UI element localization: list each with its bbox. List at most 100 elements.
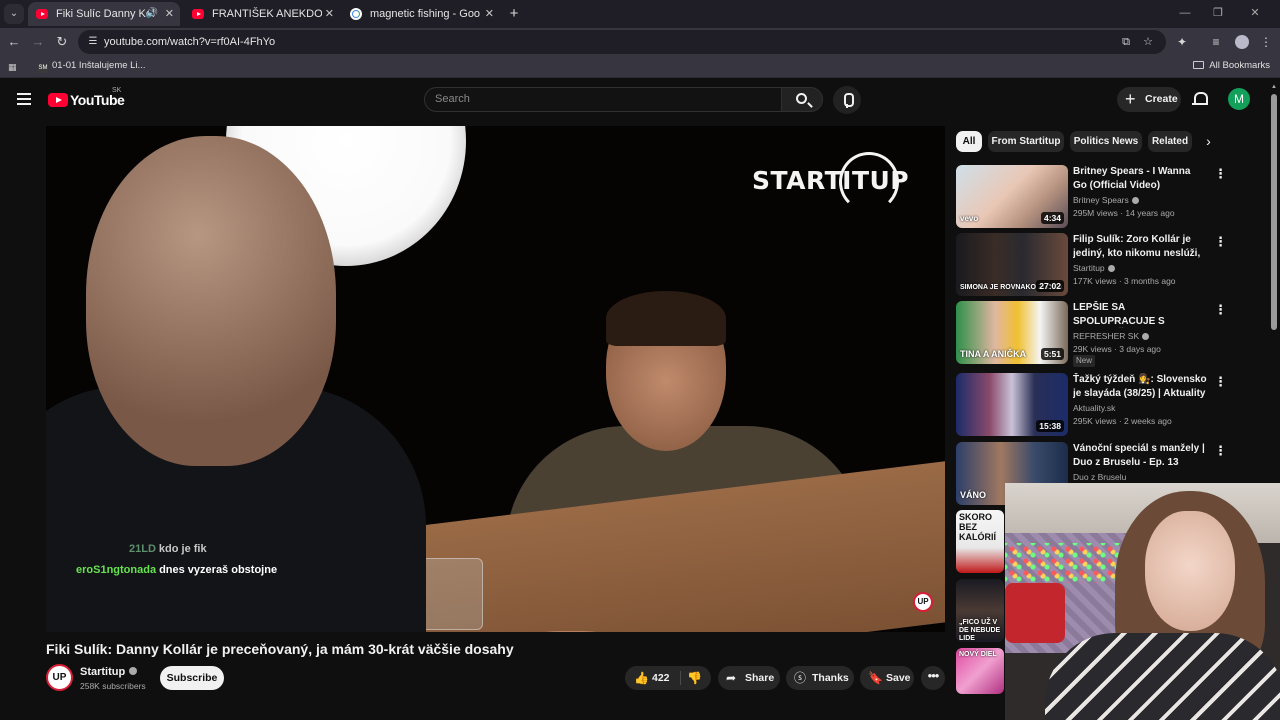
site-info-icon[interactable]: ☰ bbox=[86, 35, 100, 49]
create-button[interactable]: + Create bbox=[1117, 87, 1181, 112]
scrollbar-thumb[interactable] bbox=[1271, 94, 1277, 330]
video-thumbnail-partial[interactable]: NOVÝ DIEL bbox=[956, 648, 1004, 694]
recommendation-channel[interactable]: Britney Spears bbox=[1073, 195, 1139, 205]
menu-hamburger-icon[interactable] bbox=[17, 93, 31, 105]
channel-name[interactable]: Startitup bbox=[80, 666, 138, 678]
close-icon[interactable]: ✕ bbox=[165, 2, 174, 26]
bookmark-star-icon[interactable]: ☆ bbox=[1140, 34, 1156, 50]
cast-icon[interactable]: ⧉ bbox=[1118, 34, 1134, 50]
more-vert-icon[interactable]: ⋮ bbox=[1214, 303, 1227, 317]
recommendation-item[interactable]: vevo 4:34 Britney Spears - I Wanna Go (O… bbox=[956, 165, 1227, 229]
browser-menu-icon[interactable]: ⋮ bbox=[1256, 32, 1276, 52]
video-frame-glass bbox=[421, 558, 483, 630]
video-duration: 5:51 bbox=[1040, 348, 1064, 360]
chat-message: 21LD kdo je fik bbox=[76, 539, 277, 560]
browser-profile-avatar[interactable] bbox=[1235, 35, 1249, 49]
reading-list-icon[interactable]: ≡ bbox=[1206, 32, 1226, 52]
tab-frantisek[interactable]: FRANTIŠEK ANEKDOTA A JEHO ✕ bbox=[184, 2, 340, 26]
channel-avatar[interactable]: UP bbox=[46, 664, 73, 691]
all-bookmarks-button[interactable]: All Bookmarks bbox=[1193, 56, 1270, 76]
chip-from-startitup[interactable]: From Startitup bbox=[988, 131, 1064, 152]
thumbnail-caption: „FICO UŽ V DE NEBUDE LIDE bbox=[959, 619, 1001, 642]
recommendation-channel[interactable]: REFRESHER SK bbox=[1073, 331, 1150, 341]
recommendation-meta: 295K views · 2 weeks ago bbox=[1073, 416, 1172, 426]
back-icon[interactable]: ← bbox=[4, 32, 24, 52]
video-frame-guest-hair bbox=[606, 291, 726, 346]
extensions-icon[interactable]: ✦ bbox=[1172, 32, 1192, 52]
recommendation-item[interactable]: 15:38 Ťažký týždeň 👩‍⚖️: Slovensko je sl… bbox=[956, 373, 1227, 437]
channel-text: Startitup bbox=[1073, 263, 1105, 273]
minimize-icon[interactable]: — bbox=[1170, 0, 1200, 28]
save-button[interactable]: 🔖 Save bbox=[860, 666, 914, 690]
thumbs-down-icon[interactable]: 👎 bbox=[687, 666, 702, 690]
reload-icon[interactable]: ↻ bbox=[52, 32, 72, 52]
recommendation-channel[interactable]: Startitup bbox=[1073, 263, 1115, 273]
tab-search-button[interactable]: ⌄ bbox=[4, 4, 24, 24]
tab-google-search[interactable]: magnetic fishing - Google Sea ✕ bbox=[342, 2, 500, 26]
search-button[interactable] bbox=[781, 87, 823, 112]
video-thumbnail-partial[interactable]: „FICO UŽ V DE NEBUDE LIDE bbox=[956, 579, 1004, 642]
chip-politics-news[interactable]: Politics News bbox=[1070, 131, 1142, 152]
like-dislike-group: 👍 422 👎 bbox=[625, 666, 711, 690]
account-avatar[interactable]: M bbox=[1228, 88, 1250, 110]
recommendation-title[interactable]: Filip Sulík: Zoro Kollár je jediný, kto … bbox=[1073, 233, 1207, 260]
search-input[interactable]: Search bbox=[424, 87, 782, 112]
chevron-right-icon[interactable]: › bbox=[1198, 131, 1219, 152]
video-thumbnail-partial[interactable]: SKORO BEZ KALÓRIÍ bbox=[956, 510, 1004, 573]
recommendation-item[interactable]: TINA A ANIČKA 5:51 LEPŠIE SA SPOLUPRACUJ… bbox=[956, 301, 1227, 367]
recommendation-title[interactable]: Ťažký týždeň 👩‍⚖️: Slovensko je slayáda … bbox=[1073, 373, 1207, 400]
more-vert-icon[interactable]: ⋮ bbox=[1214, 375, 1227, 389]
window-close-icon[interactable]: ✕ bbox=[1240, 0, 1270, 28]
forward-icon[interactable]: → bbox=[28, 32, 48, 52]
close-icon[interactable]: ✕ bbox=[485, 2, 494, 26]
bookmark-item[interactable]: SM 01-01 Inštalujeme Li... bbox=[38, 56, 145, 76]
url-text[interactable]: youtube.com/watch?v=rf0AI-4FhYo bbox=[104, 30, 275, 54]
recommendation-item[interactable]: SIMONA JE ROVNAKO ZLOMA 27:02 Filip Sulí… bbox=[956, 233, 1227, 297]
more-vert-icon[interactable]: ⋮ bbox=[1214, 235, 1227, 249]
close-icon[interactable]: ✕ bbox=[325, 2, 334, 26]
video-thumbnail[interactable]: SIMONA JE ROVNAKO ZLOMA 27:02 bbox=[956, 233, 1068, 296]
subscribe-button[interactable]: Subscribe bbox=[160, 666, 224, 690]
tab-title: Fiki Sulíc Danny Kollár je pr bbox=[56, 8, 154, 20]
video-duration: 4:34 bbox=[1040, 212, 1064, 224]
webcam-pillow bbox=[1005, 583, 1065, 643]
chip-all[interactable]: All bbox=[956, 131, 982, 152]
thanks-button[interactable]: ⓢ Thanks bbox=[786, 666, 854, 690]
video-player[interactable]: STARTITUP UP 21LD kdo je fik eroS1ngtonad… bbox=[46, 126, 945, 632]
youtube-masthead: YouTube SK Search + Create M bbox=[0, 80, 1280, 120]
scroll-up-icon[interactable]: ▲ bbox=[1271, 84, 1277, 90]
new-tab-button[interactable]: + bbox=[504, 4, 524, 24]
recommendation-title[interactable]: Britney Spears - I Wanna Go (Official Vi… bbox=[1073, 165, 1207, 192]
video-thumbnail[interactable]: TINA A ANIČKA 5:51 bbox=[956, 301, 1068, 364]
chip-related[interactable]: Related bbox=[1148, 131, 1192, 152]
video-thumbnail[interactable]: vevo 4:34 bbox=[956, 165, 1068, 228]
thumbs-up-icon[interactable]: 👍 bbox=[634, 666, 649, 690]
notifications-bell-icon[interactable] bbox=[1191, 90, 1209, 110]
youtube-favicon-icon bbox=[192, 9, 204, 19]
restore-icon[interactable]: ❐ bbox=[1203, 0, 1233, 28]
recommendation-meta: 177K views · 3 months ago bbox=[1073, 276, 1176, 286]
recommendation-meta: 29K views · 3 days ago bbox=[1073, 344, 1161, 354]
tab-title: FRANTIŠEK ANEKDOTA A JEHO bbox=[212, 8, 322, 20]
channel-watermark[interactable]: UP bbox=[913, 592, 933, 612]
recommendation-channel[interactable]: Aktuality.sk bbox=[1073, 403, 1115, 413]
like-count[interactable]: 422 bbox=[652, 666, 670, 690]
recommendation-title[interactable]: LEPŠIE SA SPOLUPRACUJE S MAMOU, ČI TATOM… bbox=[1073, 301, 1207, 328]
apps-grid-icon[interactable]: ▦ bbox=[8, 61, 20, 73]
tab-youtube-video[interactable]: Fiki Sulíc Danny Kollár je pr 🔊 ✕ bbox=[28, 2, 180, 26]
more-actions-button[interactable]: ••• bbox=[921, 666, 945, 690]
speaker-icon[interactable]: 🔊 bbox=[146, 2, 158, 26]
voice-search-icon[interactable] bbox=[833, 86, 861, 114]
address-bar[interactable]: ☰ youtube.com/watch?v=rf0AI-4FhYo ⧉ ☆ bbox=[78, 30, 1166, 54]
bookmark-save-icon: 🔖 bbox=[868, 671, 883, 685]
more-vert-icon[interactable]: ⋮ bbox=[1214, 444, 1227, 458]
recommendation-title[interactable]: Vánoční speciál s manžely | Duo z Brusel… bbox=[1073, 442, 1207, 469]
video-thumbnail[interactable]: 15:38 bbox=[956, 373, 1068, 436]
folder-icon bbox=[1193, 61, 1205, 69]
bookmark-favicon-icon: SM bbox=[38, 64, 48, 73]
more-vert-icon[interactable]: ⋮ bbox=[1214, 167, 1227, 181]
chat-username: 21LD bbox=[129, 543, 156, 555]
share-button[interactable]: ➦ Share bbox=[718, 666, 780, 690]
recommendation-channel[interactable]: Duo z Bruselu bbox=[1073, 472, 1126, 482]
chat-message: eroS1ngtonada dnes vyzeraš obstojne bbox=[76, 560, 277, 581]
